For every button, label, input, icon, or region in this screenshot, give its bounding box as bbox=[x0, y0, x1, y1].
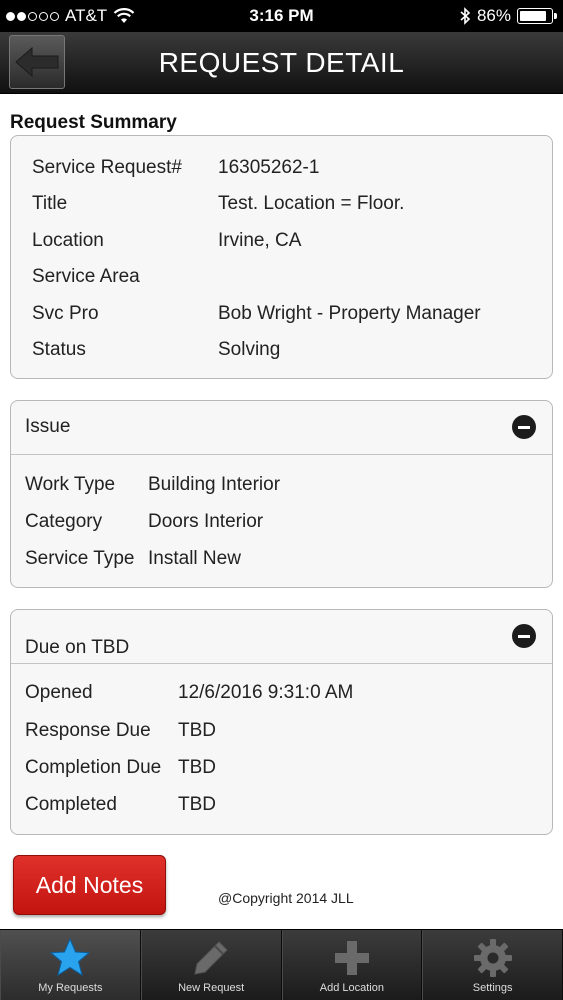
gear-icon bbox=[473, 939, 512, 977]
request-summary-card: Service Request# 16305262-1 Title Test. … bbox=[10, 135, 553, 379]
issue-label: Work Type bbox=[25, 474, 116, 495]
issue-title: Issue bbox=[25, 416, 71, 437]
star-icon bbox=[50, 937, 91, 977]
status-value: Solving bbox=[218, 339, 281, 360]
issue-label: Service Type bbox=[25, 548, 135, 569]
due-value: 12/6/2016 9:31:0 AM bbox=[178, 682, 354, 703]
bluetooth-icon bbox=[460, 7, 471, 25]
request-summary-heading: Request Summary bbox=[10, 112, 177, 133]
issue-value: Install New bbox=[148, 548, 241, 569]
issue-card: Issue Work Type Building Interior Catego… bbox=[10, 400, 553, 588]
tab-settings[interactable]: Settings bbox=[422, 930, 563, 1000]
navigation-bar: REQUEST DETAIL bbox=[0, 32, 563, 94]
due-value: TBD bbox=[178, 720, 216, 741]
due-label: Completion Due bbox=[25, 757, 162, 778]
tab-add-location[interactable]: Add Location bbox=[281, 930, 423, 1000]
pencil-icon bbox=[194, 941, 228, 975]
status-bar: AT&T 3:16 PM 86% bbox=[0, 0, 563, 32]
issue-value: Doors Interior bbox=[148, 511, 264, 532]
issue-label: Category bbox=[25, 511, 103, 532]
tab-label: Settings bbox=[472, 982, 513, 994]
due-label: Completed bbox=[25, 794, 117, 815]
battery-icon bbox=[517, 8, 557, 24]
plus-icon bbox=[334, 941, 369, 975]
tab-bar: My Requests New Request Add Location Set… bbox=[0, 929, 563, 1000]
tab-my-requests[interactable]: My Requests bbox=[0, 930, 141, 1000]
issue-value: Building Interior bbox=[148, 474, 281, 495]
due-header[interactable]: Due on TBD bbox=[11, 610, 552, 664]
page-title: REQUEST DETAIL bbox=[158, 47, 405, 78]
summary-label: Svc Pro bbox=[32, 303, 99, 324]
battery-percent: 86% bbox=[476, 6, 511, 25]
copyright-text: @Copyright 2014 JLL bbox=[218, 890, 354, 906]
tab-new-request[interactable]: New Request bbox=[140, 930, 282, 1000]
due-label: Response Due bbox=[25, 720, 151, 741]
summary-value: 16305262-1 bbox=[218, 157, 320, 178]
due-label: Opened bbox=[25, 682, 93, 703]
summary-value: Test. Location = Floor. bbox=[218, 193, 405, 214]
summary-label: Title bbox=[32, 193, 68, 214]
summary-value: Irvine, CA bbox=[218, 230, 302, 251]
summary-label: Status bbox=[32, 339, 86, 360]
due-value: TBD bbox=[178, 794, 216, 815]
collapse-minus-icon[interactable] bbox=[512, 624, 536, 648]
tab-label: New Request bbox=[178, 982, 245, 994]
tab-label: Add Location bbox=[319, 982, 384, 994]
due-card: Due on TBD Opened 12/6/2016 9:31:0 AM Re… bbox=[10, 609, 553, 835]
due-title: Due on TBD bbox=[25, 637, 130, 658]
summary-label: Location bbox=[32, 230, 104, 251]
collapse-minus-icon[interactable] bbox=[512, 415, 536, 439]
issue-header[interactable]: Issue bbox=[11, 401, 552, 455]
summary-label: Service Request# bbox=[32, 157, 182, 178]
due-value: TBD bbox=[178, 757, 216, 778]
add-notes-button[interactable]: Add Notes bbox=[13, 855, 166, 915]
summary-value: Bob Wright - Property Manager bbox=[218, 303, 481, 324]
tab-label: My Requests bbox=[38, 982, 103, 994]
summary-label: Service Area bbox=[32, 266, 140, 287]
